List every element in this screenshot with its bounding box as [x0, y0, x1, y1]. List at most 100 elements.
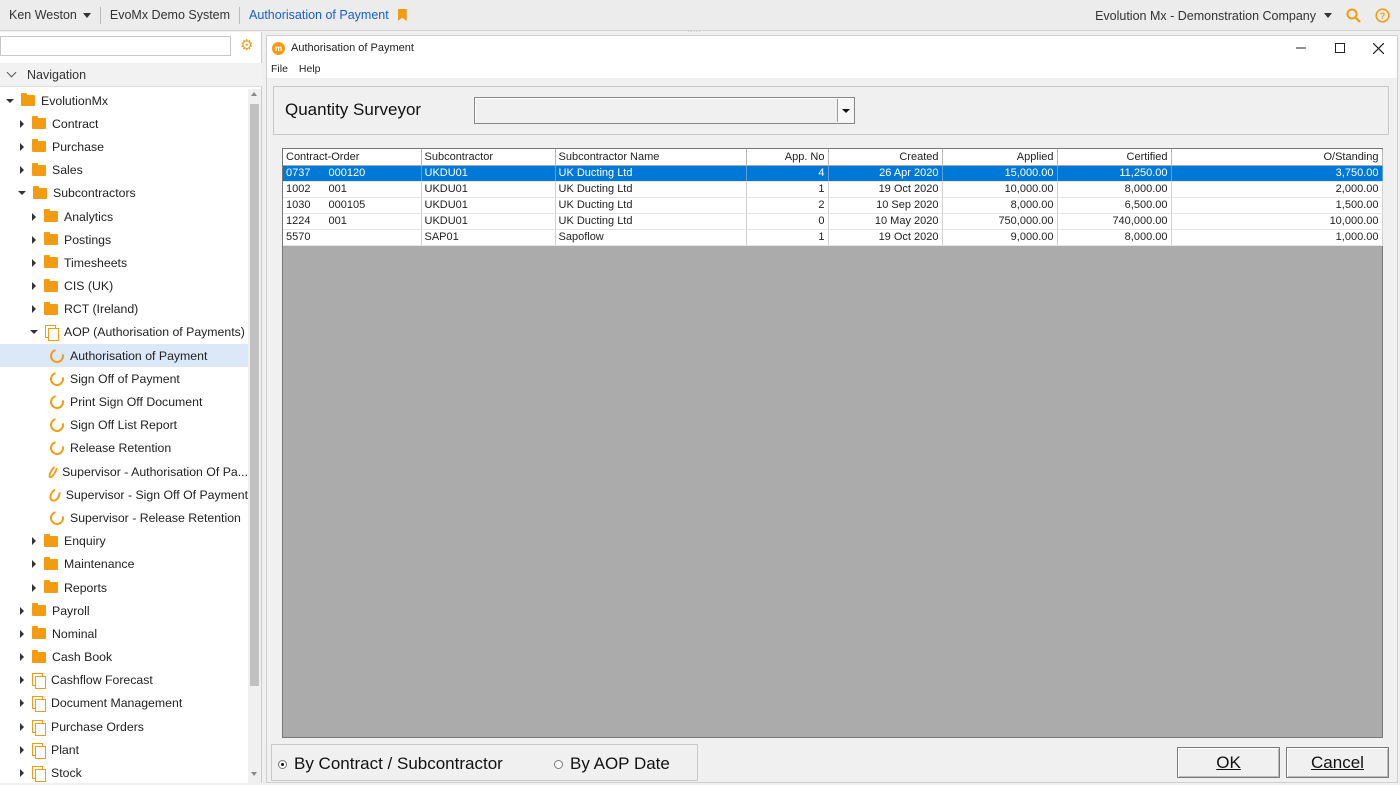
column-header-app-no[interactable]: App. No: [746, 149, 829, 166]
user-menu[interactable]: Ken Weston: [0, 6, 101, 24]
caret-down-icon[interactable]: [1324, 13, 1332, 18]
menu-file[interactable]: File: [271, 63, 288, 75]
sidebar-item-release-retention[interactable]: Release Retention: [0, 437, 248, 460]
sidebar-item-print-sign-off-document[interactable]: Print Sign Off Document: [0, 390, 248, 413]
collapsed-arrow-icon[interactable]: [32, 560, 36, 569]
documents-icon: [32, 696, 46, 713]
column-header-contract-order[interactable]: Contract-Order: [283, 149, 422, 166]
sidebar-search-input[interactable]: [0, 36, 231, 56]
sidebar-item-purchase[interactable]: Purchase: [0, 135, 248, 158]
column-header-certified[interactable]: Certified: [1057, 149, 1172, 166]
collapsed-arrow-icon[interactable]: [20, 606, 24, 615]
table-row[interactable]: 0737 000120 UKDU01 UK Ducting Ltd 4 26 Apr 20…: [283, 165, 1383, 182]
collapsed-arrow-icon[interactable]: [32, 305, 36, 314]
help-icon[interactable]: ?: [1375, 8, 1390, 23]
sidebar-item-authorisation-of-payment[interactable]: Authorisation of Payment: [0, 344, 248, 368]
sidebar-item-stock[interactable]: Stock: [0, 761, 248, 784]
sidebar-item-document-management[interactable]: Document Management: [0, 692, 248, 715]
sidebar-item-subcontractors[interactable]: Subcontractors: [0, 182, 248, 205]
collapsed-arrow-icon[interactable]: [32, 282, 36, 291]
collapsed-arrow-icon[interactable]: [20, 699, 24, 708]
scroll-down-icon[interactable]: [251, 772, 257, 776]
collapsed-arrow-icon[interactable]: [32, 583, 36, 592]
column-header-subcontractor-name[interactable]: Subcontractor Name: [555, 149, 747, 166]
sidebar-item-reports[interactable]: Reports: [0, 576, 248, 599]
progress-icon: [47, 438, 67, 458]
collapsed-arrow-icon[interactable]: [20, 676, 24, 685]
sidebar-item-supervisor-release-retention[interactable]: Supervisor - Release Retention: [0, 506, 248, 529]
ok-button[interactable]: OK: [1177, 747, 1280, 778]
sidebar-item-sign-off-list-report[interactable]: Sign Off List Report: [0, 414, 248, 437]
sidebar-item-cis-uk[interactable]: CIS (UK): [0, 275, 248, 298]
search-icon[interactable]: [1346, 8, 1361, 23]
cell-contract-order: 5570: [283, 229, 422, 246]
sidebar-item-purchase-orders[interactable]: Purchase Orders: [0, 715, 248, 738]
column-header-outstanding[interactable]: O/Standing: [1171, 149, 1383, 166]
radio-by-aop-date[interactable]: By AOP Date: [554, 754, 670, 774]
sidebar-item-postings[interactable]: Postings: [0, 228, 248, 251]
collapsed-arrow-icon[interactable]: [20, 722, 24, 731]
expanded-arrow-icon[interactable]: [6, 98, 14, 103]
collapsed-arrow-icon[interactable]: [32, 235, 36, 244]
sidebar-item-enquiry[interactable]: Enquiry: [0, 530, 248, 553]
collapsed-arrow-icon[interactable]: [32, 258, 36, 267]
sidebar-item-nominal[interactable]: Nominal: [0, 622, 248, 645]
sidebar-item-payroll[interactable]: Payroll: [0, 599, 248, 622]
collapsed-arrow-icon[interactable]: [20, 142, 24, 151]
maximize-button[interactable]: [1321, 36, 1359, 60]
cancel-button[interactable]: Cancel: [1286, 747, 1389, 778]
quantity-surveyor-select[interactable]: [474, 97, 855, 124]
sidebar-item-supervisor-authorisation-of-pa[interactable]: Supervisor - Authorisation Of Pa...: [0, 460, 248, 483]
sidebar-item-label: Plant: [51, 742, 80, 757]
cell-contract: 1224: [286, 215, 311, 227]
folder-icon: [44, 556, 58, 570]
cell-certified: 8,000.00: [1057, 229, 1172, 246]
column-header-subcontractor[interactable]: Subcontractor: [421, 149, 556, 166]
sidebar-item-cashflow-forecast[interactable]: Cashflow Forecast: [0, 669, 248, 692]
close-button[interactable]: [1359, 36, 1397, 60]
column-header-created[interactable]: Created: [828, 149, 943, 166]
dropdown-arrow-icon[interactable]: [837, 99, 853, 122]
expanded-arrow-icon[interactable]: [18, 191, 26, 196]
collapsed-arrow-icon[interactable]: [20, 769, 24, 778]
column-header-applied[interactable]: Applied: [942, 149, 1058, 166]
payments-grid[interactable]: Contract-Order Subcontractor Subcontract…: [282, 148, 1383, 738]
gear-icon[interactable]: ⚙: [240, 38, 254, 53]
collapsed-arrow-icon[interactable]: [32, 212, 36, 221]
sidebar-item-analytics[interactable]: Analytics: [0, 205, 248, 228]
sidebar-item-supervisor-sign-off-of-payment[interactable]: Supervisor - Sign Off Of Payment: [0, 483, 248, 506]
collapsed-arrow-icon[interactable]: [20, 119, 24, 128]
company-selector[interactable]: Evolution Mx - Demonstration Company: [1095, 9, 1316, 23]
scroll-up-icon[interactable]: [251, 92, 257, 96]
collapsed-arrow-icon[interactable]: [20, 653, 24, 662]
sidebar-item-sales[interactable]: Sales: [0, 159, 248, 182]
collapsed-arrow-icon[interactable]: [20, 629, 24, 638]
table-row[interactable]: 1224 001 UKDU01 UK Ducting Ltd 0 10 May 2020 7…: [283, 213, 1383, 230]
sidebar-scrollbar-thumb[interactable]: [250, 104, 259, 686]
sidebar-item-cash-book[interactable]: Cash Book: [0, 646, 248, 669]
navigation-header[interactable]: Navigation: [0, 63, 262, 87]
sidebar-item-maintenance[interactable]: Maintenance: [0, 553, 248, 576]
sidebar-item-aop-authorisation-of-payments[interactable]: AOP (Authorisation of Payments): [0, 321, 248, 344]
active-page-tab[interactable]: Authorisation of Payment: [240, 7, 416, 24]
bookmark-icon[interactable]: [397, 9, 407, 21]
collapsed-arrow-icon[interactable]: [32, 537, 36, 546]
sidebar-item-evolutionmx[interactable]: EvolutionMx: [0, 89, 248, 112]
app-logo-icon: m: [272, 41, 285, 55]
collapsed-arrow-icon[interactable]: [20, 745, 24, 754]
table-row[interactable]: 1030 000105 UKDU01 UK Ducting Ltd 2 10 Sep 20…: [283, 197, 1383, 214]
sidebar-item-rct-ireland[interactable]: RCT (Ireland): [0, 298, 248, 321]
splitter-grip[interactable]: .....: [688, 28, 701, 34]
sidebar-item-sign-off-of-payment[interactable]: Sign Off of Payment: [0, 367, 248, 390]
system-name[interactable]: EvoMx Demo System: [101, 6, 241, 24]
radio-by-contract[interactable]: By Contract / Subcontractor: [278, 754, 503, 774]
table-row[interactable]: 5570 SAP01 Sapoflow 1 19 Oct 2020 9,000.00 8,0…: [283, 229, 1383, 246]
table-row[interactable]: 1002 001 UKDU01 UK Ducting Ltd 1 19 Oct 2020 1…: [283, 181, 1383, 198]
collapsed-arrow-icon[interactable]: [20, 166, 24, 175]
expanded-arrow-icon[interactable]: [30, 330, 38, 335]
minimize-button[interactable]: [1282, 36, 1320, 60]
sidebar-item-contract[interactable]: Contract: [0, 112, 248, 135]
menu-help[interactable]: Help: [299, 63, 321, 75]
sidebar-item-timesheets[interactable]: Timesheets: [0, 251, 248, 274]
sidebar-item-plant[interactable]: Plant: [0, 738, 248, 761]
